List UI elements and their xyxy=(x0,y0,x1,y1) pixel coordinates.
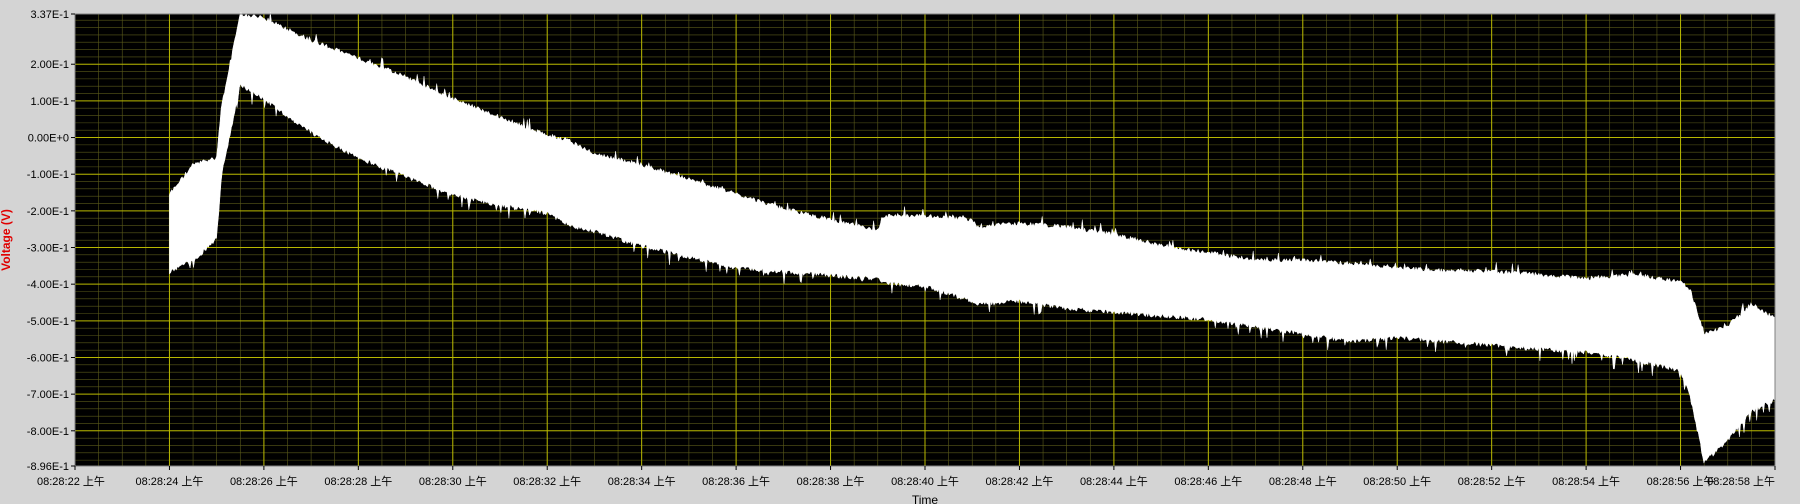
y-tick-label: -1.00E-1 xyxy=(27,169,69,181)
x-tick-label: 08:28:46 上午 xyxy=(1174,475,1242,488)
x-tick-label: 08:28:36 上午 xyxy=(702,475,770,488)
x-tick-label: 08:28:38 上午 xyxy=(797,475,865,488)
y-tick-label: -5.00E-1 xyxy=(27,316,69,328)
x-tick-label: 08:28:44 上午 xyxy=(1080,475,1148,488)
x-tick-label: 08:28:28 上午 xyxy=(324,475,392,488)
y-tick-label: -2.00E-1 xyxy=(27,206,69,218)
x-tick-label: 08:28:24 上午 xyxy=(136,475,204,488)
y-tick-label: 2.00E-1 xyxy=(30,59,69,71)
y-tick-label: -3.00E-1 xyxy=(27,243,69,255)
y-tick-label: 0.00E+0 xyxy=(28,133,69,145)
x-tick-label: 08:28:48 上午 xyxy=(1269,475,1337,488)
y-tick-label: 1.00E-1 xyxy=(30,96,69,108)
x-tick-label: 08:28:52 上午 xyxy=(1458,475,1526,488)
y-tick-label: -4.00E-1 xyxy=(27,279,69,291)
x-tick-label: 08:28:34 上午 xyxy=(608,475,676,488)
x-tick-label: 08:28:40 上午 xyxy=(891,475,959,488)
y-axis-label: Voltage (V) xyxy=(0,209,13,271)
y-tick-label: -6.00E-1 xyxy=(27,352,69,364)
x-tick-label: 08:28:50 上午 xyxy=(1363,475,1431,488)
y-tick-label: -8.00E-1 xyxy=(27,426,69,438)
x-tick-label: 08:28:32 上午 xyxy=(513,475,581,488)
y-tick-label: -7.00E-1 xyxy=(27,389,69,401)
x-axis-label: Time xyxy=(912,493,939,504)
x-tick-label: 08:28:22 上午 xyxy=(37,475,105,488)
x-tick-label: 08:28:30 上午 xyxy=(419,475,487,488)
voltage-time-chart: 3.37E-1 2.00E-1 1.00E-1 0.00E+0 -1.00E-1 -2.0… xyxy=(0,0,1800,504)
x-tick-label: 08:28:56 上午 xyxy=(1647,475,1715,488)
x-tick-label: 08:28:54 上午 xyxy=(1552,475,1620,488)
y-tick-label: 3.37E-1 xyxy=(30,9,69,21)
y-tick-label: -8.96E-1 xyxy=(27,461,69,473)
x-tick-label: 08:28:42 上午 xyxy=(986,475,1054,488)
x-tick-label: 08:28:26 上午 xyxy=(230,475,298,488)
x-tick-label: 08:28:58 上午 xyxy=(1707,475,1775,488)
